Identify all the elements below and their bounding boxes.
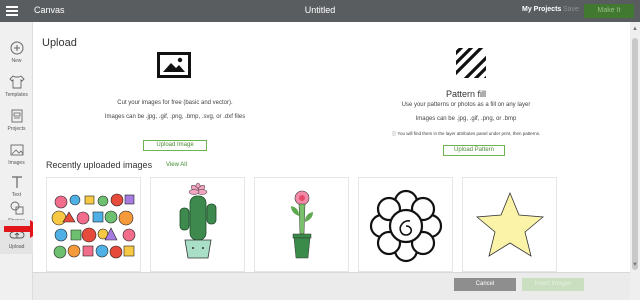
projects-icon [11, 109, 22, 123]
sidebar-item-label: Upload [8, 244, 25, 250]
image-upload-icon [157, 52, 191, 78]
pattern-fill-icon [456, 48, 486, 78]
scroll-up-icon[interactable]: ▲ [632, 26, 638, 32]
sidebar-item-label: Images [8, 160, 25, 166]
my-projects-link[interactable]: My Projects [522, 6, 561, 13]
pattern-info: ⓘ You will find them in the layer attrib… [350, 131, 582, 137]
shapes-icon [10, 201, 23, 215]
save-button[interactable]: Save [563, 6, 579, 13]
upload-pattern-button[interactable]: Upload Pattern [443, 145, 505, 156]
recent-image-flower-pot[interactable] [254, 177, 349, 272]
insert-images-button[interactable]: Insert Images [522, 278, 584, 291]
mandala-image [369, 189, 443, 263]
sidebar-item-projects[interactable]: Projects [0, 102, 33, 136]
make-it-button[interactable]: Make It [584, 4, 634, 18]
pattern-formats: Images can be .jpg, .gif, .png, or .bmp [415, 116, 517, 122]
sidebar-item-label: Projects [7, 126, 26, 132]
cactus-image [179, 182, 217, 259]
upload-image-button[interactable]: Upload Image [143, 140, 207, 151]
image-icon [10, 144, 23, 156]
star-image [475, 191, 545, 257]
recent-image-cactus[interactable] [150, 177, 245, 272]
sidebar-item-templates[interactable]: Templates [0, 68, 33, 102]
plus-icon [10, 41, 23, 55]
upload-formats: Images can be .jpg, .gif, .png, .bmp, .s… [104, 114, 246, 120]
cancel-button[interactable]: Cancel [454, 278, 516, 291]
shirt-icon [8, 75, 25, 89]
scrollbar-thumb[interactable] [632, 38, 638, 270]
pattern-info-text: You will find them in the layer attribut… [397, 131, 541, 136]
sidebar-item-new[interactable]: New [0, 34, 33, 68]
top-bar: Canvas Untitled My Projects Save Make It [0, 0, 640, 22]
doodle-collage-image [47, 178, 140, 271]
pattern-description: Use your patterns or photos as a fill on… [401, 102, 531, 108]
text-icon [11, 176, 22, 188]
upload-description: Cut your images for free (basic and vect… [117, 100, 233, 106]
view-all-link[interactable]: View All [166, 162, 187, 168]
pattern-fill-title: Pattern fill [445, 89, 487, 99]
recent-image-mandala[interactable] [358, 177, 453, 272]
page-title: Upload [42, 37, 77, 49]
sidebar: New Templates Projects Images Text Shape… [0, 22, 33, 300]
flower-pot-image [291, 190, 313, 259]
sidebar-item-images[interactable]: Images [0, 136, 33, 170]
scroll-down-icon[interactable]: ▼ [632, 262, 638, 268]
recent-image-star[interactable] [462, 177, 557, 272]
recent-uploads-title: Recently uploaded images [46, 160, 153, 170]
sidebar-item-label: New [11, 58, 22, 64]
sidebar-item-label: Templates [5, 92, 28, 98]
recent-image-doodles[interactable] [46, 177, 141, 272]
